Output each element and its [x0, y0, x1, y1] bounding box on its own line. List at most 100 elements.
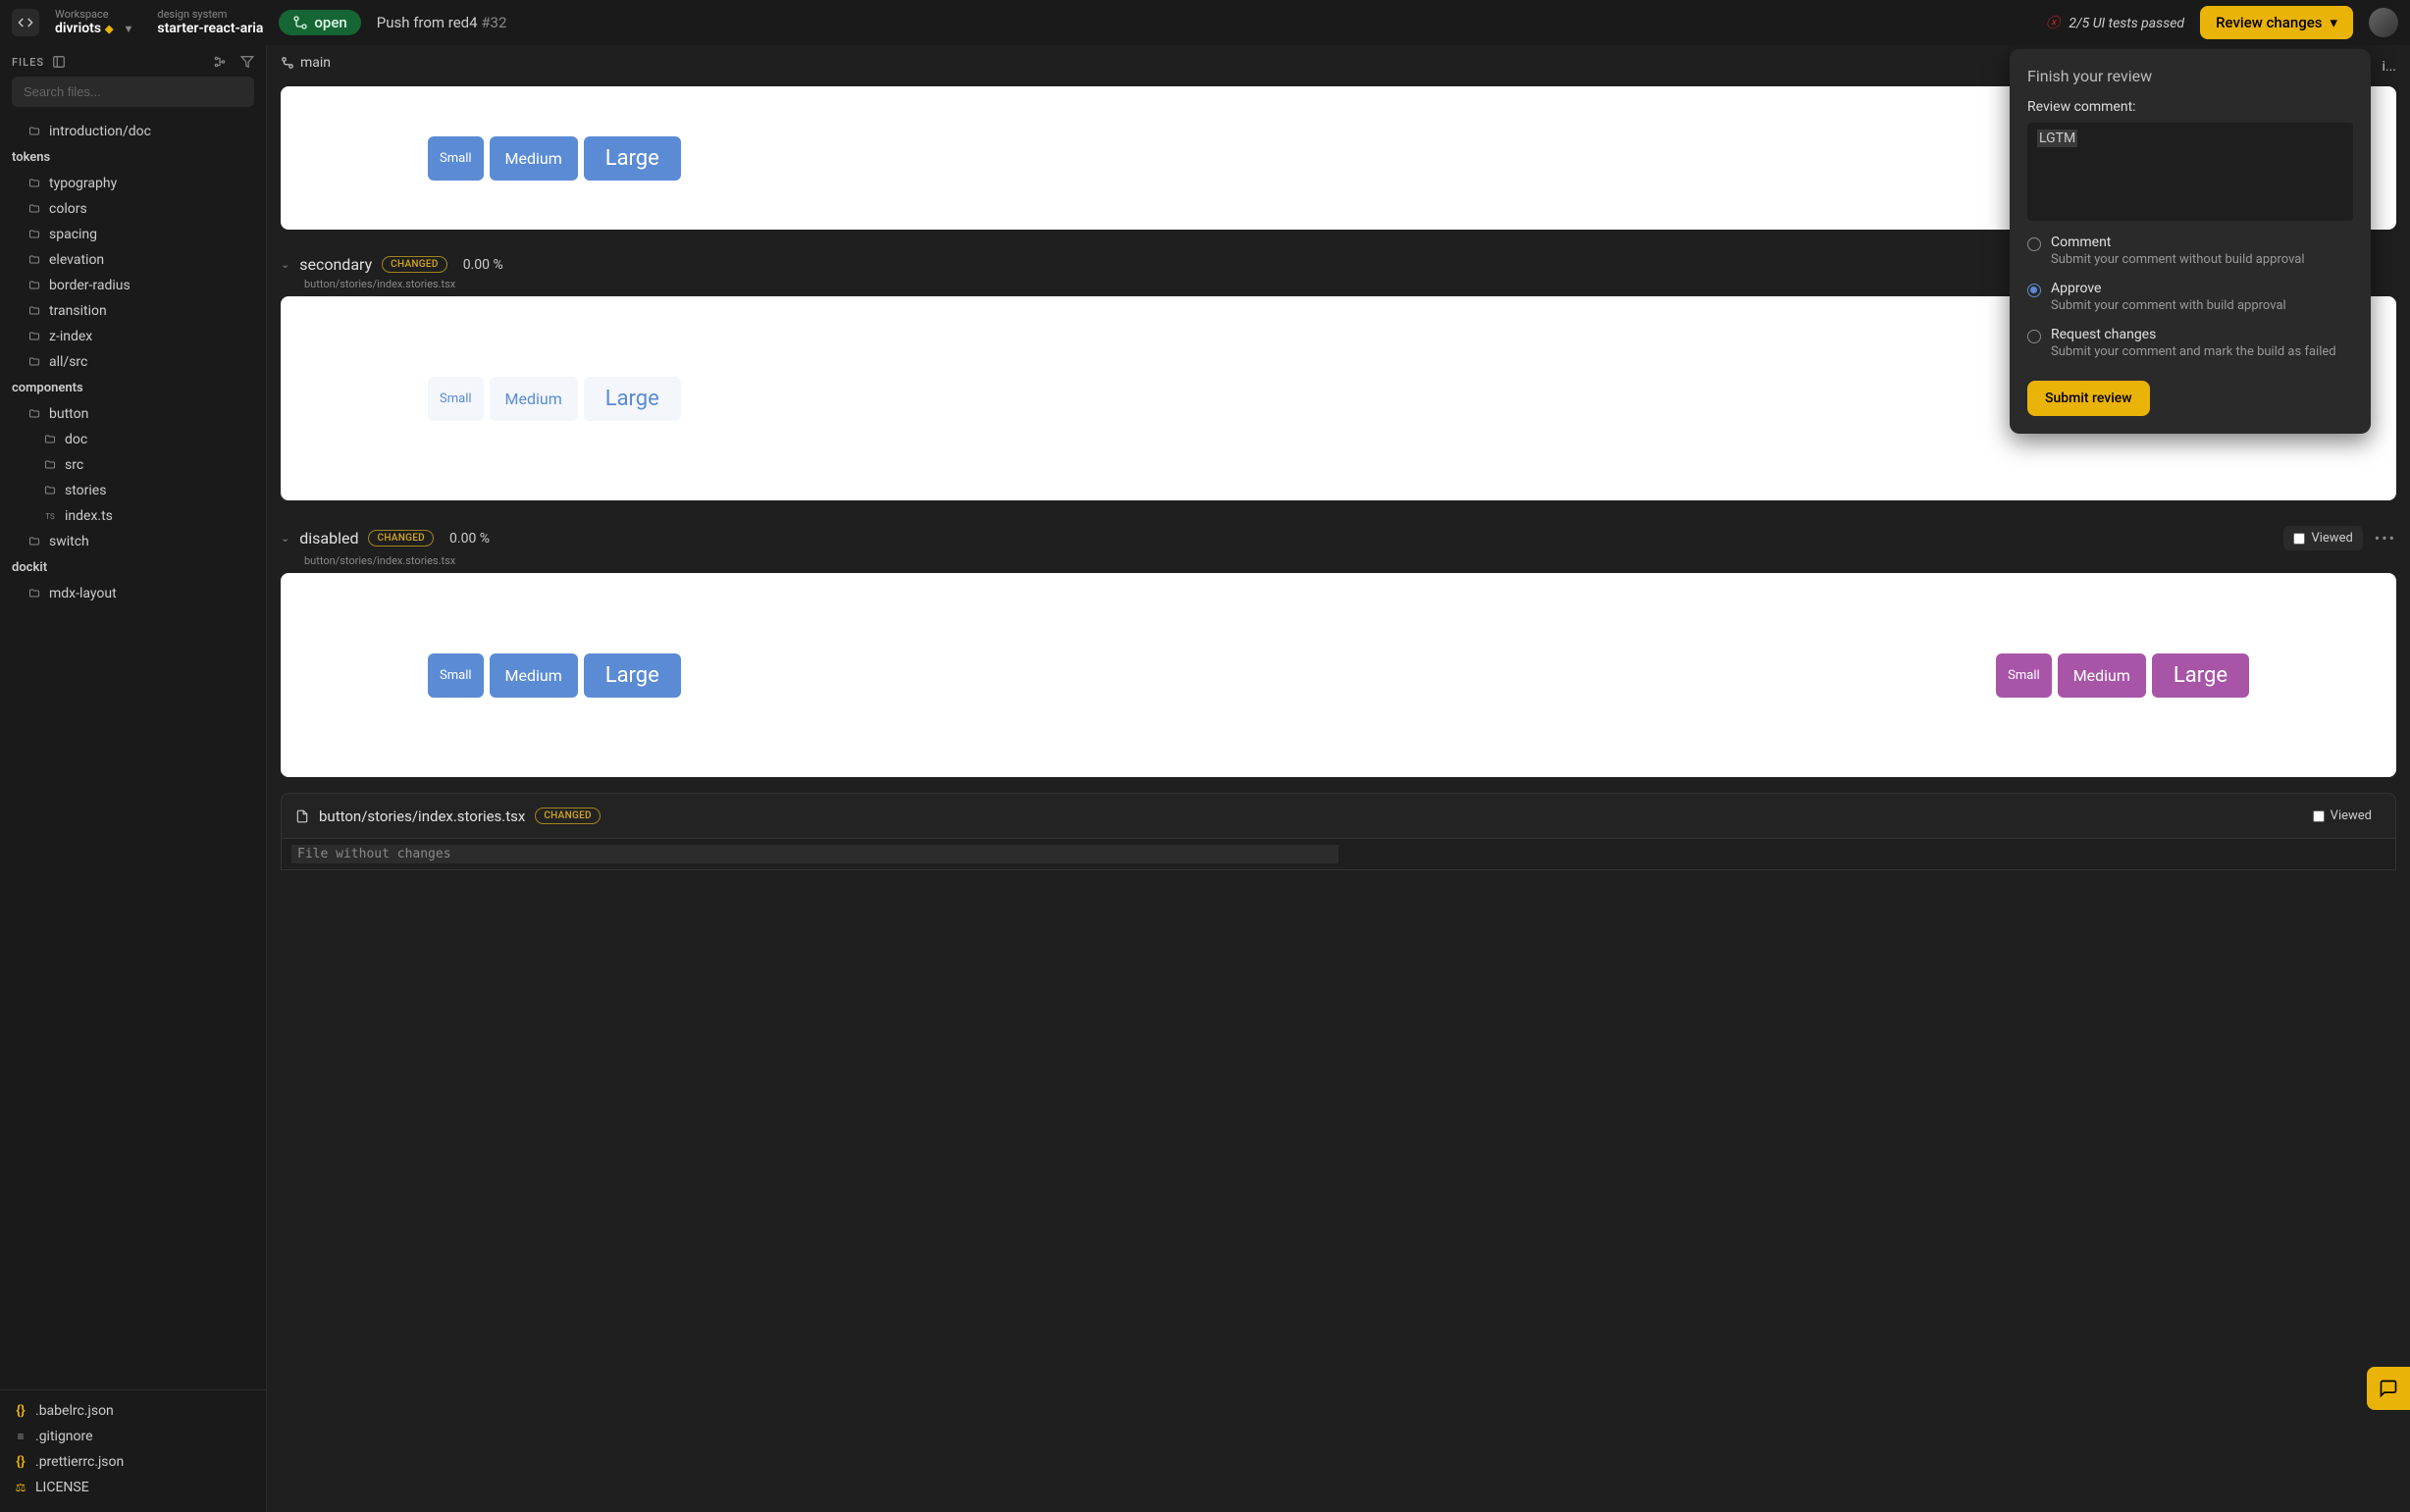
more-menu[interactable]: ••• — [2375, 529, 2396, 547]
radio-option-comment[interactable]: Comment Submit your comment without buil… — [2027, 235, 2353, 267]
preview-card-disabled: Small Medium Large Small Medium Large — [281, 573, 2396, 777]
tree-section-components: components — [0, 375, 266, 401]
btn-medium[interactable]: Medium — [490, 136, 578, 181]
tree-item-switch[interactable]: switch — [0, 529, 266, 554]
tree-item-label: stories — [65, 483, 106, 498]
folder-icon — [27, 178, 41, 189]
checkbox-icon — [2293, 533, 2305, 545]
tree-item-label: index.ts — [65, 508, 113, 524]
tree-item-typography[interactable]: typography — [0, 171, 266, 196]
workspace-selector[interactable]: Workspace divriots ◆ ▼ — [55, 8, 133, 37]
tree-item-all-src[interactable]: all/src — [0, 349, 266, 375]
folder-icon — [43, 434, 57, 445]
radio-option-approve[interactable]: Approve Submit your comment with build a… — [2027, 281, 2353, 313]
tree-item-spacing[interactable]: spacing — [0, 222, 266, 247]
design-system-block: design system starter-react-aria — [157, 8, 263, 37]
folder-icon — [27, 126, 41, 137]
radio-desc: Submit your comment with build approval — [2051, 298, 2353, 313]
radio-label: Comment — [2051, 235, 2353, 250]
chevron-down-icon[interactable]: ⌄ — [281, 258, 289, 271]
viewed-toggle[interactable]: Viewed — [2303, 804, 2382, 828]
file-license[interactable]: ⚖LICENSE — [0, 1475, 266, 1500]
folder-icon — [27, 305, 41, 317]
tree-item-border-radius[interactable]: border-radius — [0, 273, 266, 298]
ds-name: starter-react-aria — [157, 21, 263, 37]
review-changes-button[interactable]: Review changes ▾ — [2200, 6, 2353, 39]
tree-item-doc[interactable]: doc — [0, 427, 266, 452]
tree-item-src[interactable]: src — [0, 452, 266, 478]
folder-icon — [27, 408, 41, 420]
review-comment-textarea[interactable]: LGTM — [2027, 123, 2353, 221]
button-group-blue: Small Medium Large — [428, 136, 681, 181]
folder-icon — [27, 331, 41, 342]
tree-item-elevation[interactable]: elevation — [0, 247, 266, 273]
status-pill-open: open — [279, 10, 360, 35]
btn-large[interactable]: Large — [584, 377, 681, 421]
tree-item-mdx-layout[interactable]: mdx-layout — [0, 581, 266, 606]
tree-item-label: mdx-layout — [49, 586, 117, 601]
panel-icon[interactable] — [52, 55, 66, 69]
radio-icon — [2027, 330, 2041, 343]
tree-icon[interactable] — [213, 55, 227, 69]
tree-item-transition[interactable]: transition — [0, 298, 266, 324]
chevron-down-icon[interactable]: ⌄ — [281, 532, 289, 545]
radio-option-request-changes[interactable]: Request changes Submit your comment and … — [2027, 327, 2353, 359]
tree-item-label: transition — [49, 303, 107, 319]
ts-icon: TS — [43, 509, 57, 523]
btn-large[interactable]: Large — [584, 653, 681, 698]
btn-medium[interactable]: Medium — [490, 653, 578, 698]
btn-medium[interactable]: Medium — [2058, 653, 2146, 698]
status-open-text: open — [314, 14, 346, 31]
comment-value: LGTM — [2037, 130, 2077, 147]
tree-item-z-index[interactable]: z-index — [0, 324, 266, 349]
tree-item-label: colors — [49, 201, 87, 217]
code-diff-empty: File without changes — [281, 839, 2396, 870]
code-file-path: button/stories/index.stories.tsx — [319, 808, 525, 825]
chat-button[interactable] — [2367, 1367, 2410, 1410]
btn-small[interactable]: Small — [428, 377, 484, 421]
tree-item-label: spacing — [49, 227, 97, 242]
file-gitignore[interactable]: ≡.gitignore — [0, 1424, 266, 1449]
tree-item-label: typography — [49, 176, 117, 191]
changed-badge: CHANGED — [382, 256, 447, 273]
popup-title: Finish your review — [2027, 67, 2353, 85]
tree-item-index-ts[interactable]: TS index.ts — [0, 503, 266, 529]
user-avatar[interactable] — [2369, 8, 2398, 37]
tree-item-colors[interactable]: colors — [0, 196, 266, 222]
app-logo[interactable] — [12, 9, 39, 36]
files-label: FILES — [12, 56, 44, 69]
btn-medium[interactable]: Medium — [490, 377, 578, 421]
tree-item-introduction[interactable]: introduction/doc — [0, 119, 266, 144]
file-prettierrc[interactable]: {}.prettierrc.json — [0, 1449, 266, 1475]
submit-review-button[interactable]: Submit review — [2027, 381, 2150, 416]
tree-item-label: elevation — [49, 252, 104, 268]
folder-icon — [43, 485, 57, 496]
json-icon: {} — [14, 1403, 27, 1419]
viewed-label: Viewed — [2331, 808, 2372, 823]
sidebar-header: FILES — [0, 45, 266, 77]
tree-item-label: button — [49, 406, 88, 422]
btn-large[interactable]: Large — [584, 136, 681, 181]
filter-icon[interactable] — [240, 55, 254, 69]
btn-small[interactable]: Small — [428, 653, 484, 698]
tree-item-label: introduction/doc — [49, 124, 151, 139]
tree-item-stories[interactable]: stories — [0, 478, 266, 503]
ds-label: design system — [157, 8, 263, 21]
sidebar: FILES introduction/doc tokens typography… — [0, 45, 267, 1512]
tree-item-button[interactable]: button — [0, 401, 266, 427]
btn-small[interactable]: Small — [1996, 653, 2052, 698]
btn-small[interactable]: Small — [428, 136, 484, 181]
file-babelrc[interactable]: {}.babelrc.json — [0, 1398, 266, 1424]
diamond-icon: ◆ — [105, 23, 113, 35]
diff-percent: 0.00 % — [449, 531, 490, 547]
tests-status: ⓧ 2/5 UI tests passed — [2046, 13, 2184, 32]
tree-item-label: switch — [49, 534, 89, 549]
viewed-toggle[interactable]: Viewed — [2283, 526, 2362, 550]
btn-large[interactable]: Large — [2152, 653, 2249, 698]
radio-desc: Submit your comment and mark the build a… — [2051, 344, 2353, 359]
tree-item-label: .prettierrc.json — [35, 1454, 124, 1470]
folder-icon — [27, 356, 41, 368]
search-input[interactable] — [12, 77, 254, 107]
tree-item-label: z-index — [49, 329, 92, 344]
push-text: Push from red4 #32 — [377, 14, 507, 31]
